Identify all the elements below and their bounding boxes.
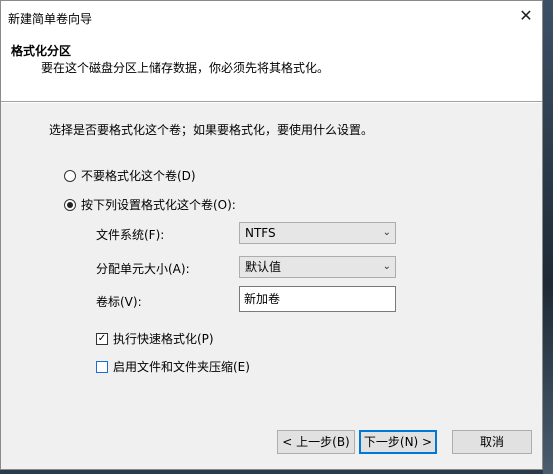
- window-title: 新建简单卷向导: [8, 12, 93, 26]
- format-radio-option[interactable]: 按下列设置格式化这个卷(O):: [64, 196, 236, 213]
- chevron-down-icon: ⌄: [382, 261, 391, 272]
- wizard-header: 格式化分区 要在这个磁盘分区上储存数据，你必须先将其格式化。: [1, 32, 542, 102]
- format-label: 按下列设置格式化这个卷(O):: [81, 198, 236, 212]
- close-icon[interactable]: ✕: [513, 4, 539, 28]
- wizard-footer: < 上一步(B) 下一步(N) > 取消: [1, 413, 542, 469]
- page-subtitle: 要在这个磁盘分区上储存数据，你必须先将其格式化。: [41, 61, 330, 75]
- title-bar[interactable]: 新建简单卷向导 ✕: [1, 1, 542, 32]
- alloc-unit-label: 分配单元大小(A):: [96, 262, 190, 276]
- new-simple-volume-wizard: 新建简单卷向导 ✕ 格式化分区 要在这个磁盘分区上储存数据，你必须先将其格式化。…: [0, 0, 543, 470]
- quick-format-label: 执行快速格式化(P): [113, 332, 214, 346]
- volume-label-label: 卷标(V):: [96, 295, 142, 309]
- chevron-down-icon: ⌄: [382, 227, 391, 238]
- compression-checkbox[interactable]: [96, 360, 108, 373]
- desktop-background: [543, 0, 553, 474]
- no-format-radio[interactable]: [64, 169, 76, 182]
- alloc-unit-select[interactable]: 默认值 ⌄: [239, 256, 396, 278]
- page-title: 格式化分区: [11, 44, 72, 58]
- quick-format-checkbox[interactable]: ✓: [96, 332, 108, 345]
- compression-option[interactable]: 启用文件和文件夹压缩(E): [96, 358, 250, 375]
- quick-format-option[interactable]: ✓ 执行快速格式化(P): [96, 330, 214, 347]
- alloc-unit-value: 默认值: [245, 260, 282, 274]
- format-radio[interactable]: [64, 198, 76, 211]
- instruction-text: 选择是否要格式化这个卷；如果要格式化，要使用什么设置。: [49, 123, 374, 137]
- filesystem-label: 文件系统(F):: [96, 228, 165, 242]
- filesystem-select[interactable]: NTFS ⌄: [239, 222, 396, 244]
- compression-label: 启用文件和文件夹压缩(E): [113, 360, 250, 374]
- no-format-radio-option[interactable]: 不要格式化这个卷(D): [64, 167, 196, 184]
- cancel-button[interactable]: 取消: [452, 430, 532, 454]
- wizard-body: 选择是否要格式化这个卷；如果要格式化，要使用什么设置。 不要格式化这个卷(D) …: [1, 103, 542, 413]
- format-options-panel: 选择是否要格式化这个卷；如果要格式化，要使用什么设置。 不要格式化这个卷(D) …: [21, 103, 521, 413]
- volume-label-input[interactable]: 新加卷: [239, 286, 396, 312]
- next-button[interactable]: 下一步(N) >: [359, 430, 437, 454]
- filesystem-value: NTFS: [245, 226, 276, 240]
- back-button[interactable]: < 上一步(B): [277, 430, 355, 454]
- no-format-label: 不要格式化这个卷(D): [81, 169, 196, 183]
